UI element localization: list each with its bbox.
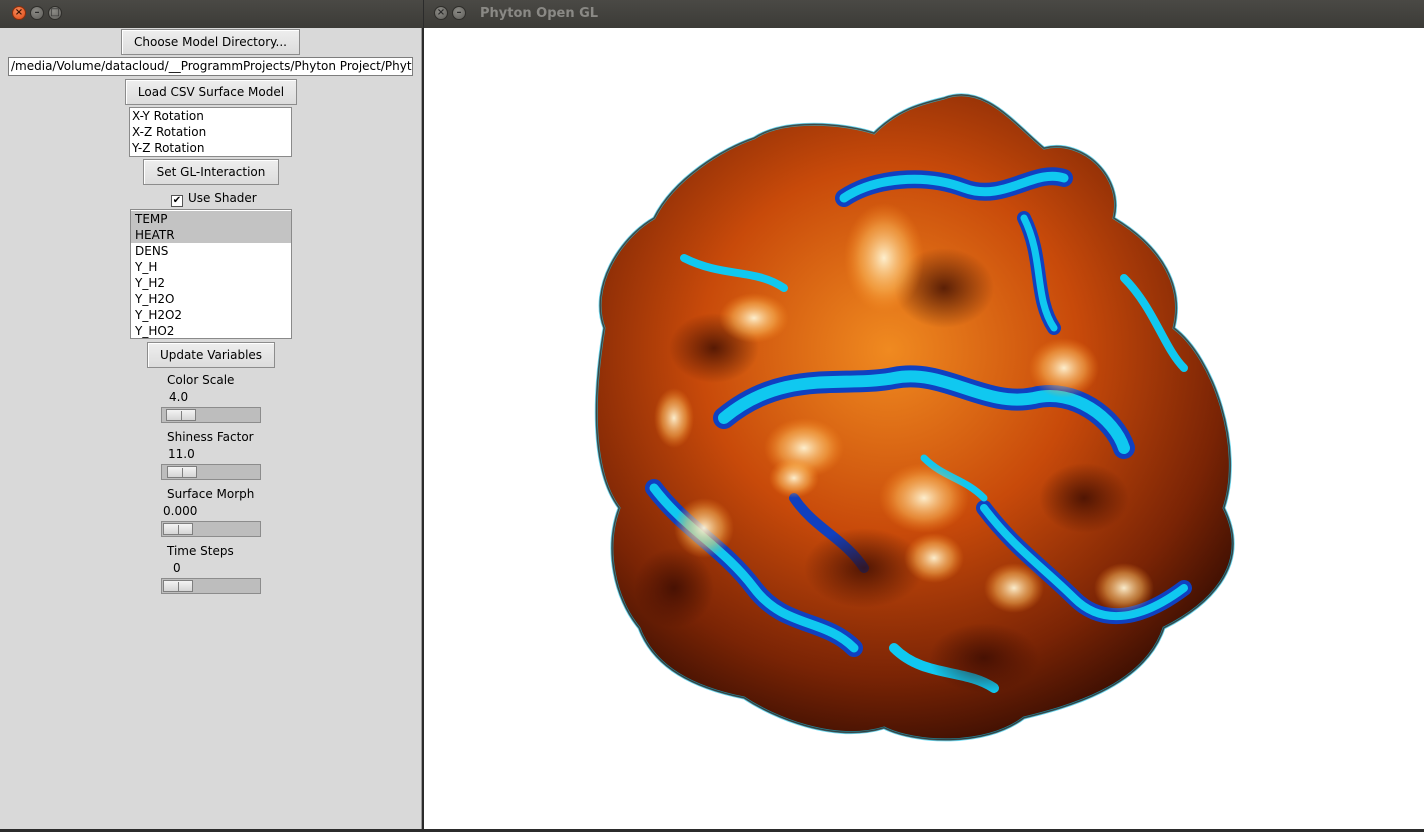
slider-thumb[interactable] [163,580,193,592]
time-steps-value: 0 [173,561,181,575]
shiness-factor-slider[interactable] [161,464,261,480]
list-item[interactable]: HEATR [131,227,291,243]
color-scale-value: 4.0 [169,390,189,404]
update-variables-button[interactable]: Update Variables [147,342,275,368]
list-item[interactable]: X-Y Rotation [130,108,291,124]
time-steps-label: Time Steps [167,544,234,558]
opengl-canvas[interactable] [424,28,1424,829]
list-item[interactable]: Y_H2O2 [131,307,291,323]
surface-morph-slider[interactable] [161,521,261,537]
control-window-titlebar[interactable]: × – □ [0,0,423,28]
list-item[interactable]: Y_H [131,259,291,275]
choose-model-directory-button[interactable]: Choose Model Directory... [121,29,300,55]
color-scale-label: Color Scale [167,373,235,387]
surface-morph-value: 0.000 [163,504,198,518]
surface-morph-label: Surface Morph [167,487,255,501]
close-icon[interactable]: × [12,6,26,20]
maximize-icon[interactable]: □ [48,6,62,20]
slider-thumb[interactable] [166,409,196,421]
gl-window-titlebar[interactable]: × – Phyton Open GL [424,0,1424,28]
shiness-factor-label: Shiness Factor [167,430,254,444]
list-item[interactable]: Y_HO2 [131,323,291,338]
slider-thumb[interactable] [167,466,197,478]
shiness-factor-value: 11.0 [168,447,195,461]
list-item[interactable]: TEMP [131,211,291,227]
use-shader-checkbox[interactable]: ✔ Use Shader [171,191,257,207]
model-directory-field[interactable]: /media/Volume/datacloud/__ProgrammProjec… [8,57,413,76]
load-csv-surface-model-button[interactable]: Load CSV Surface Model [125,79,297,105]
list-item[interactable]: X-Z Rotation [130,124,291,140]
list-item[interactable]: Y-Z Rotation [130,140,291,156]
minimize-icon[interactable]: – [30,6,44,20]
use-shader-label: Use Shader [188,191,257,205]
list-item[interactable]: Y_H2O [131,291,291,307]
minimize-icon[interactable]: – [452,6,466,20]
color-scale-slider[interactable] [161,407,261,423]
checkbox-check-icon[interactable]: ✔ [171,195,183,207]
interaction-mode-list[interactable]: X-Y Rotation X-Z Rotation Y-Z Rotation [129,107,292,157]
control-panel: Choose Model Directory... /media/Volume/… [0,28,422,829]
list-item[interactable]: Y_H2 [131,275,291,291]
close-icon[interactable]: × [434,6,448,20]
window-title: Phyton Open GL [480,6,599,21]
list-item[interactable]: DENS [131,243,291,259]
surface-model-render[interactable] [424,28,1424,829]
slider-thumb[interactable] [163,523,193,535]
set-gl-interaction-button[interactable]: Set GL-Interaction [143,159,279,185]
time-steps-slider[interactable] [161,578,261,594]
variable-list[interactable]: TEMP HEATR DENS Y_H Y_H2 Y_H2O Y_H2O2 Y_HO2 [130,209,292,339]
